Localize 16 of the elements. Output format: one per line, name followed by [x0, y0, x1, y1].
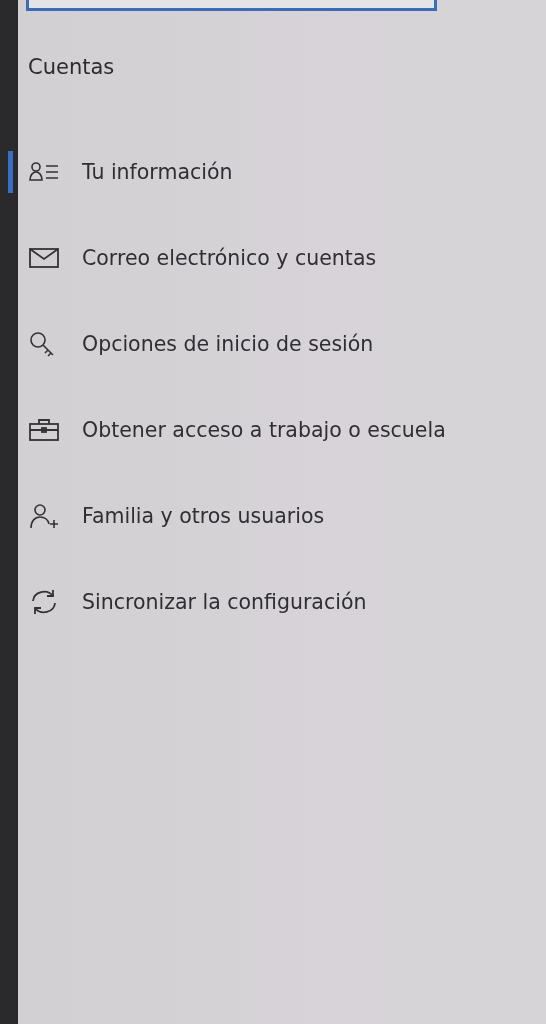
person-add-icon	[28, 502, 60, 530]
nav-label: Familia y otros usuarios	[82, 504, 325, 528]
section-title: Cuentas	[28, 55, 116, 79]
nav-label: Tu información	[82, 160, 233, 184]
nav-item[interactable]: Opciones de inicio de sesión	[8, 323, 546, 365]
nav-item[interactable]: Tu información	[8, 151, 546, 193]
nav-label: Correo electrónico y cuentas	[82, 246, 377, 270]
nav-label: Obtener acceso a trabajo o escuela	[82, 418, 446, 442]
briefcase-icon	[28, 416, 60, 444]
nav-label: Opciones de inicio de sesión	[82, 332, 374, 356]
nav-item[interactable]: Sincronizar la configuración	[8, 581, 546, 623]
nav-item[interactable]: Correo electrónico y cuentas	[8, 237, 546, 279]
search-field[interactable]	[26, 0, 437, 11]
nav-label: Sincronizar la configuración	[82, 590, 367, 614]
nav-item[interactable]: Familia y otros usuarios	[8, 495, 546, 537]
nav-item[interactable]: Obtener acceso a trabajo o escuela	[8, 409, 546, 451]
